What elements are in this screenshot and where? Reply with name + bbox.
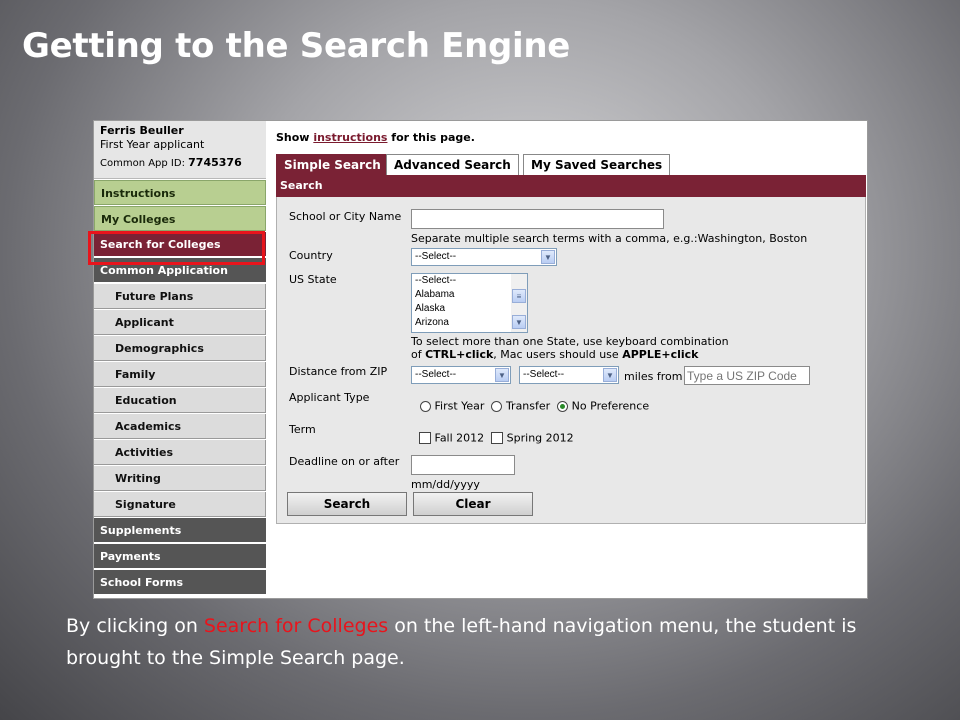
clear-button[interactable]: Clear: [413, 492, 533, 516]
nav-family[interactable]: Family: [94, 362, 266, 387]
zip-label: Distance from ZIP: [289, 365, 388, 378]
school-hint: Separate multiple search terms with a co…: [411, 232, 808, 245]
state-option[interactable]: Arizona: [412, 316, 527, 330]
fall-2012-label: Fall 2012: [434, 431, 485, 445]
tab-advanced-search[interactable]: Advanced Search: [386, 154, 519, 176]
instructions-link[interactable]: instructions: [313, 131, 387, 144]
chevron-down-icon: ▼: [541, 250, 555, 264]
chevron-down-icon: ▼: [603, 368, 617, 382]
state-scrollbar[interactable]: ≡ ▼: [511, 274, 527, 332]
radio-transfer[interactable]: [491, 400, 503, 412]
nav-common-application[interactable]: Common Application: [94, 258, 266, 283]
tab-simple-search[interactable]: Simple Search: [276, 154, 389, 176]
nav-instructions[interactable]: Instructions: [94, 180, 266, 205]
transfer-label: Transfer: [505, 399, 551, 413]
search-button[interactable]: Search: [287, 492, 407, 516]
deadline-input[interactable]: [411, 455, 515, 475]
nav-activities[interactable]: Activities: [94, 440, 266, 465]
state-hint-apple: APPLE+click: [622, 348, 699, 361]
first-year-label: First Year: [434, 399, 485, 413]
user-info: Ferris Beuller First Year applicant Comm…: [94, 121, 266, 179]
school-label: School or City Name: [289, 210, 402, 223]
user-name: Ferris Beuller: [100, 124, 184, 137]
distance-select-value: --Select--: [415, 369, 457, 380]
miles-from-label: miles from: [624, 370, 683, 383]
show-instructions-pre: Show: [276, 131, 314, 144]
nav-future-plans[interactable]: Future Plans: [94, 284, 266, 309]
applicant-type-group: First Year Transfer No Preference: [420, 399, 649, 413]
caption-pre: By clicking on: [66, 615, 204, 637]
country-select[interactable]: --Select-- ▼: [411, 248, 557, 266]
spring-2012-label: Spring 2012: [506, 431, 574, 445]
show-instructions-post: for this page.: [387, 131, 475, 144]
country-label: Country: [289, 249, 333, 262]
distance-unit-select[interactable]: --Select-- ▼: [519, 366, 619, 384]
deadline-hint: mm/dd/yyyy: [411, 478, 480, 491]
state-option[interactable]: Alaska: [412, 302, 527, 316]
nav-education[interactable]: Education: [94, 388, 266, 413]
state-hint-2-mid: , Mac users should use: [493, 348, 623, 361]
checkbox-fall-2012[interactable]: [419, 432, 431, 444]
nav-signature[interactable]: Signature: [94, 492, 266, 517]
radio-no-preference[interactable]: [557, 400, 569, 412]
no-preference-label: No Preference: [571, 399, 650, 413]
nav-demographics[interactable]: Demographics: [94, 336, 266, 361]
state-hint-2-pre: of: [411, 348, 426, 361]
nav-academics[interactable]: Academics: [94, 414, 266, 439]
sidebar-nav: Ferris Beuller First Year applicant Comm…: [94, 121, 266, 600]
state-option[interactable]: --Select--: [412, 274, 527, 288]
state-option[interactable]: Alabama: [412, 288, 527, 302]
nav-writing[interactable]: Writing: [94, 466, 266, 491]
scroll-thumb-icon: ≡: [512, 289, 526, 303]
search-panel: School or City Name Separate multiple se…: [276, 197, 866, 524]
country-select-value: --Select--: [415, 251, 457, 262]
caption-highlight: Search for Colleges: [203, 615, 389, 637]
state-hint-1: To select more than one State, use keybo…: [411, 335, 729, 348]
nav-applicant[interactable]: Applicant: [94, 310, 266, 335]
radio-first-year[interactable]: [420, 400, 431, 412]
app-id: Common App ID: 7745376: [100, 156, 260, 169]
term-label: Term: [289, 423, 316, 436]
app-id-value: 7745376: [188, 156, 242, 169]
slide-title: Getting to the Search Engine: [22, 26, 571, 66]
slide-caption: By clicking on Search for Colleges on th…: [66, 610, 906, 674]
state-hint-2: of CTRL+click, Mac users should use APPL…: [411, 348, 698, 361]
nav-search-for-colleges[interactable]: Search for Colleges: [94, 232, 266, 257]
chevron-down-icon[interactable]: ▼: [512, 315, 526, 329]
state-listbox[interactable]: --Select-- Alabama Alaska Arizona ≡ ▼: [411, 273, 528, 333]
term-group: Fall 2012 Spring 2012: [419, 431, 574, 445]
show-instructions-line: Show instructions for this page.: [276, 131, 475, 144]
tab-my-saved-searches[interactable]: My Saved Searches: [523, 154, 671, 176]
school-city-input[interactable]: [411, 209, 664, 229]
distance-select[interactable]: --Select-- ▼: [411, 366, 511, 384]
nav-school-forms[interactable]: School Forms: [94, 570, 266, 595]
app-screenshot: Ferris Beuller First Year applicant Comm…: [93, 120, 868, 599]
chevron-down-icon: ▼: [495, 368, 509, 382]
user-type: First Year applicant: [100, 138, 205, 151]
app-id-label: Common App ID:: [100, 158, 189, 169]
applicant-type-label: Applicant Type: [289, 391, 370, 404]
nav-payments[interactable]: Payments: [94, 544, 266, 569]
main-content: Show instructions for this page. Simple …: [276, 121, 866, 600]
state-label: US State: [289, 273, 337, 286]
search-panel-header: Search: [276, 175, 866, 197]
state-hint-ctrl: CTRL+click: [425, 348, 494, 361]
nav-supplements[interactable]: Supplements: [94, 518, 266, 543]
zip-code-input[interactable]: [684, 366, 810, 385]
deadline-label: Deadline on or after: [289, 455, 400, 468]
nav-my-colleges[interactable]: My Colleges: [94, 206, 266, 231]
checkbox-spring-2012[interactable]: [491, 432, 504, 444]
distance-unit-value: --Select--: [523, 369, 565, 380]
